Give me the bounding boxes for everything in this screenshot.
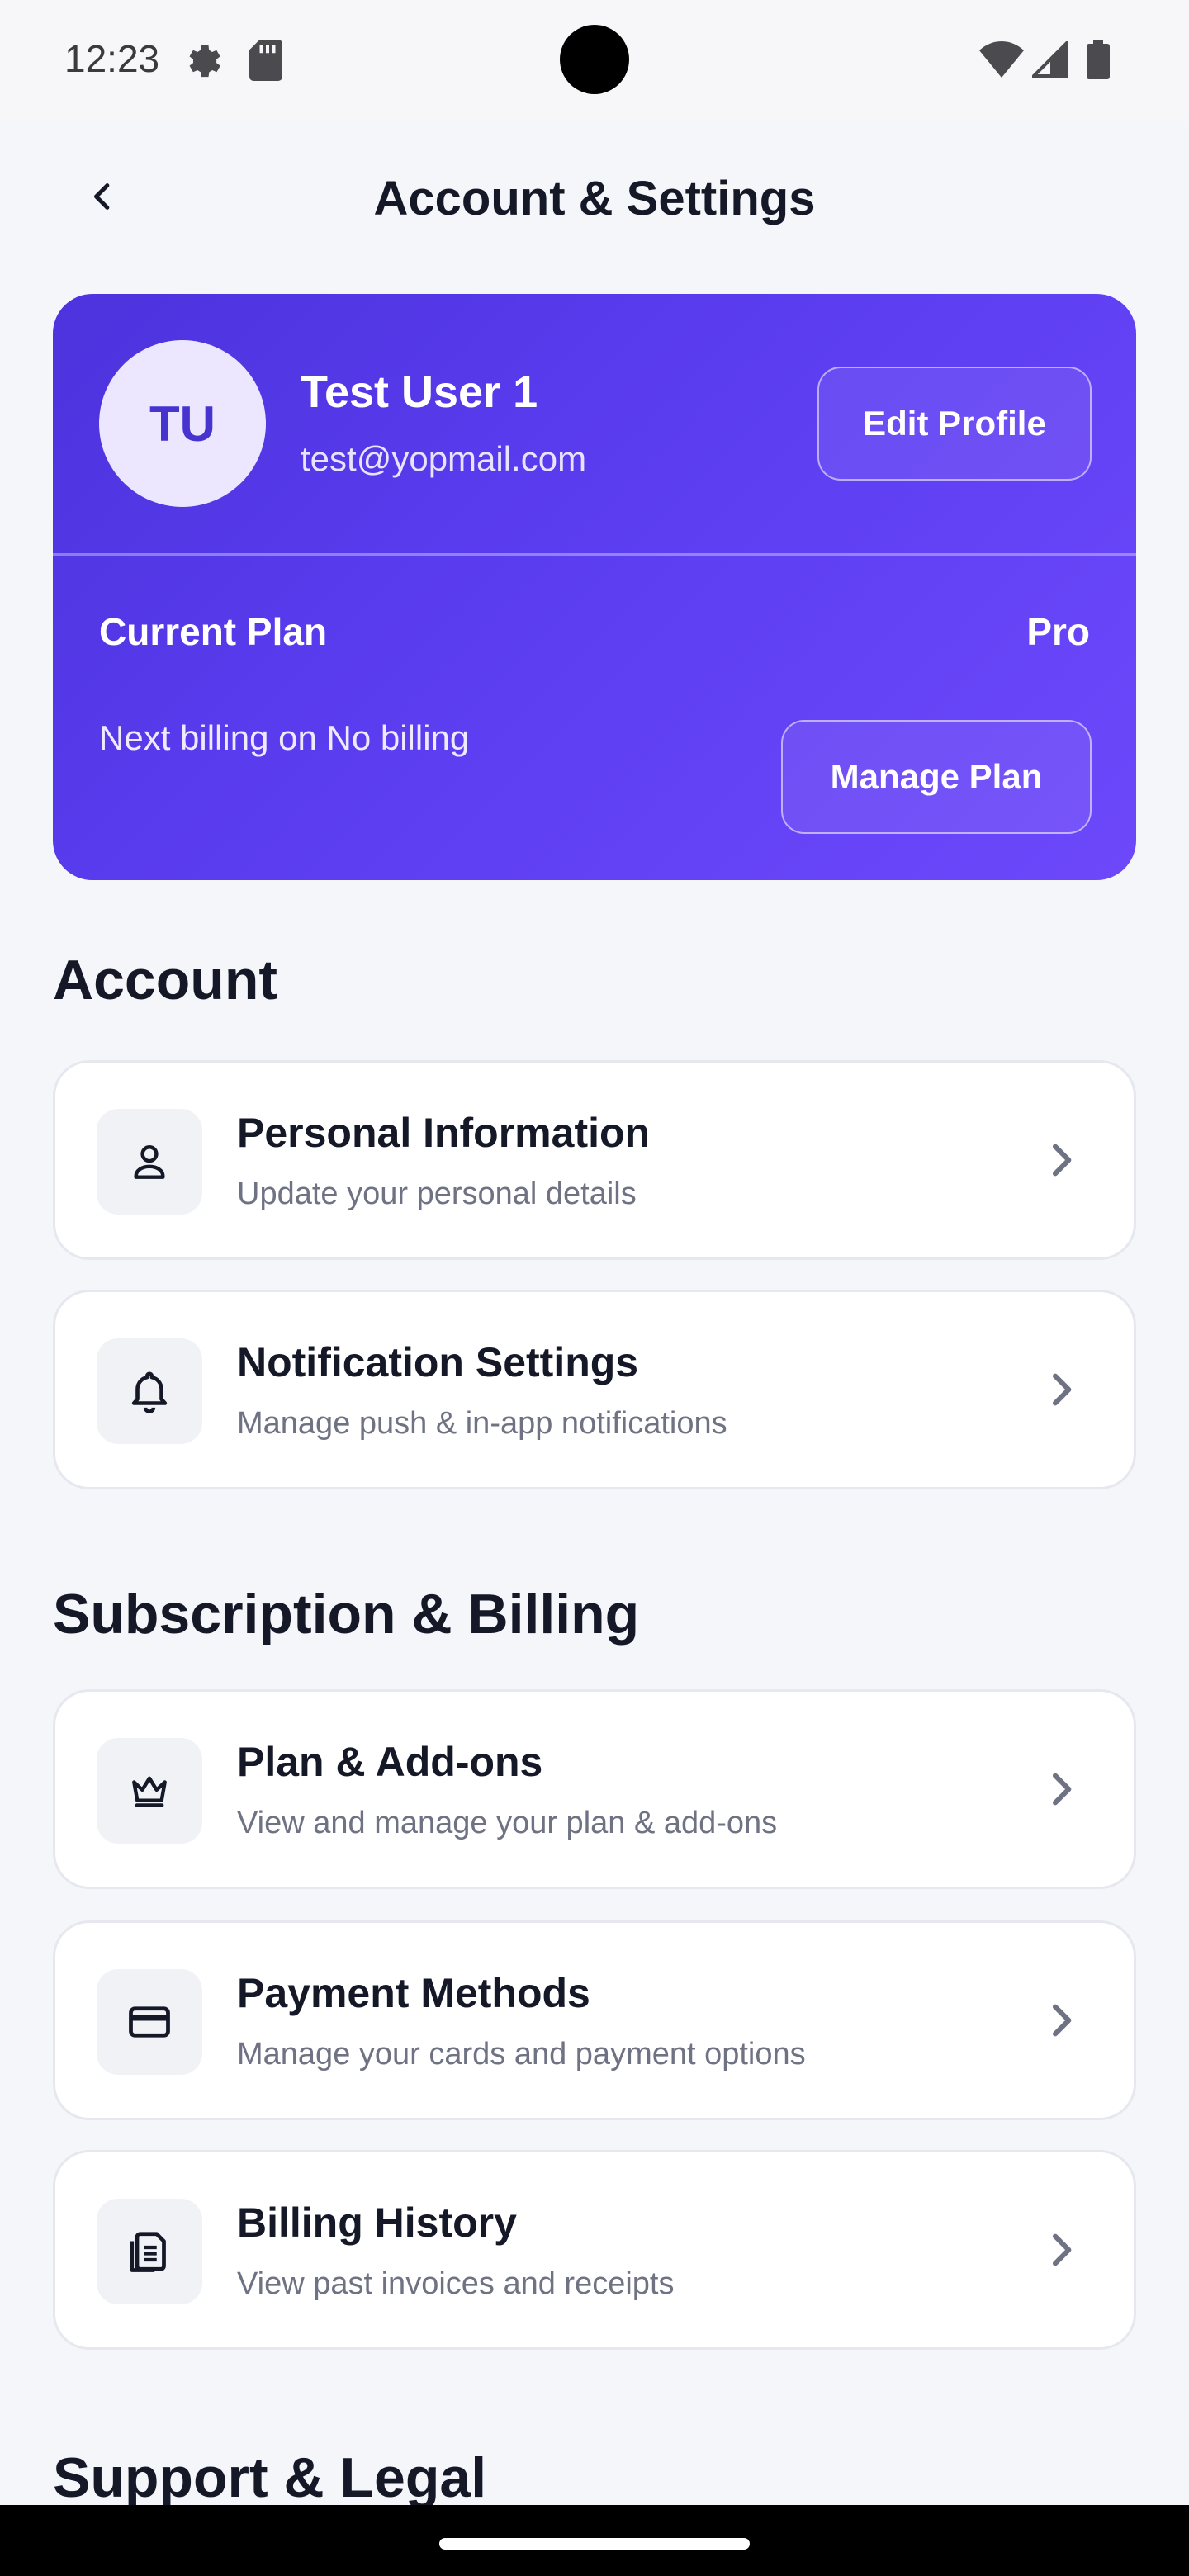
credit-card-icon — [129, 2006, 170, 2038]
current-plan-label: Current Plan — [99, 610, 328, 653]
menu-item-personal-information[interactable]: Personal Information Update your persona… — [53, 1060, 1136, 1260]
menu-item-payment-methods[interactable]: Payment Methods Manage your cards and pa… — [53, 1920, 1136, 2120]
menu-icon-container — [97, 1338, 202, 1444]
back-button[interactable] — [76, 170, 129, 223]
manage-plan-button[interactable]: Manage Plan — [781, 720, 1092, 834]
cell-signal-icon — [1030, 39, 1068, 78]
page-title: Account & Settings — [373, 172, 816, 225]
avatar: TU — [99, 340, 266, 507]
menu-item-subtitle: Update your personal details — [237, 1177, 637, 1211]
menu-icon-container — [97, 1969, 202, 2075]
menu-item-subtitle: Manage your cards and payment options — [237, 2037, 806, 2072]
edit-profile-button[interactable]: Edit Profile — [817, 367, 1092, 481]
chevron-right-icon — [1052, 1373, 1072, 1406]
profile-card: TU Test User 1 test@yopmail.com Edit Pro… — [53, 294, 1136, 880]
next-billing-text: Next billing on No billing — [99, 718, 470, 757]
crown-icon — [132, 1776, 167, 1807]
sd-card-icon — [249, 40, 282, 81]
user-name: Test User 1 — [301, 367, 538, 417]
menu-item-title: Billing History — [237, 2200, 517, 2246]
camera-cutout — [560, 25, 629, 94]
menu-item-subtitle: View past invoices and receipts — [237, 2266, 675, 2301]
wifi-icon — [979, 41, 1024, 78]
menu-item-notification-settings[interactable]: Notification Settings Manage push & in-a… — [53, 1290, 1136, 1489]
section-title-support-legal: Support & Legal — [53, 2446, 487, 2509]
menu-item-title: Plan & Add-ons — [237, 1739, 543, 1785]
chevron-right-icon — [1052, 2004, 1072, 2037]
settings-gear-icon — [182, 40, 225, 83]
menu-item-plan-add-ons[interactable]: Plan & Add-ons View and manage your plan… — [53, 1689, 1136, 1889]
document-icon — [130, 2232, 166, 2272]
status-time: 12:23 — [64, 37, 160, 80]
system-navigation-bar — [0, 2505, 1189, 2576]
section-title-account: Account — [53, 949, 277, 1011]
menu-icon-container — [97, 1738, 202, 1844]
chevron-right-icon — [1052, 1773, 1072, 1806]
menu-item-subtitle: View and manage your plan & add-ons — [237, 1806, 778, 1840]
card-divider — [53, 553, 1136, 556]
bell-icon — [131, 1371, 168, 1413]
section-title-subscription-billing: Subscription & Billing — [53, 1583, 640, 1646]
menu-item-subtitle: Manage push & in-app notifications — [237, 1406, 727, 1441]
chevron-right-icon — [1052, 1144, 1072, 1177]
current-plan-value: Pro — [1026, 610, 1090, 653]
menu-item-billing-history[interactable]: Billing History View past invoices and r… — [53, 2150, 1136, 2350]
menu-icon-container — [97, 1109, 202, 1215]
menu-item-title: Payment Methods — [237, 1970, 590, 2016]
status-bar: 12:23 — [0, 0, 1189, 121]
menu-icon-container — [97, 2199, 202, 2304]
user-email: test@yopmail.com — [301, 439, 587, 478]
battery-icon — [1087, 40, 1110, 79]
chevron-right-icon — [1052, 2233, 1072, 2266]
menu-item-title: Personal Information — [237, 1110, 651, 1156]
home-indicator[interactable] — [439, 2538, 750, 2550]
chevron-left-icon — [94, 183, 110, 210]
person-icon — [134, 1145, 165, 1179]
menu-item-title: Notification Settings — [237, 1339, 639, 1385]
